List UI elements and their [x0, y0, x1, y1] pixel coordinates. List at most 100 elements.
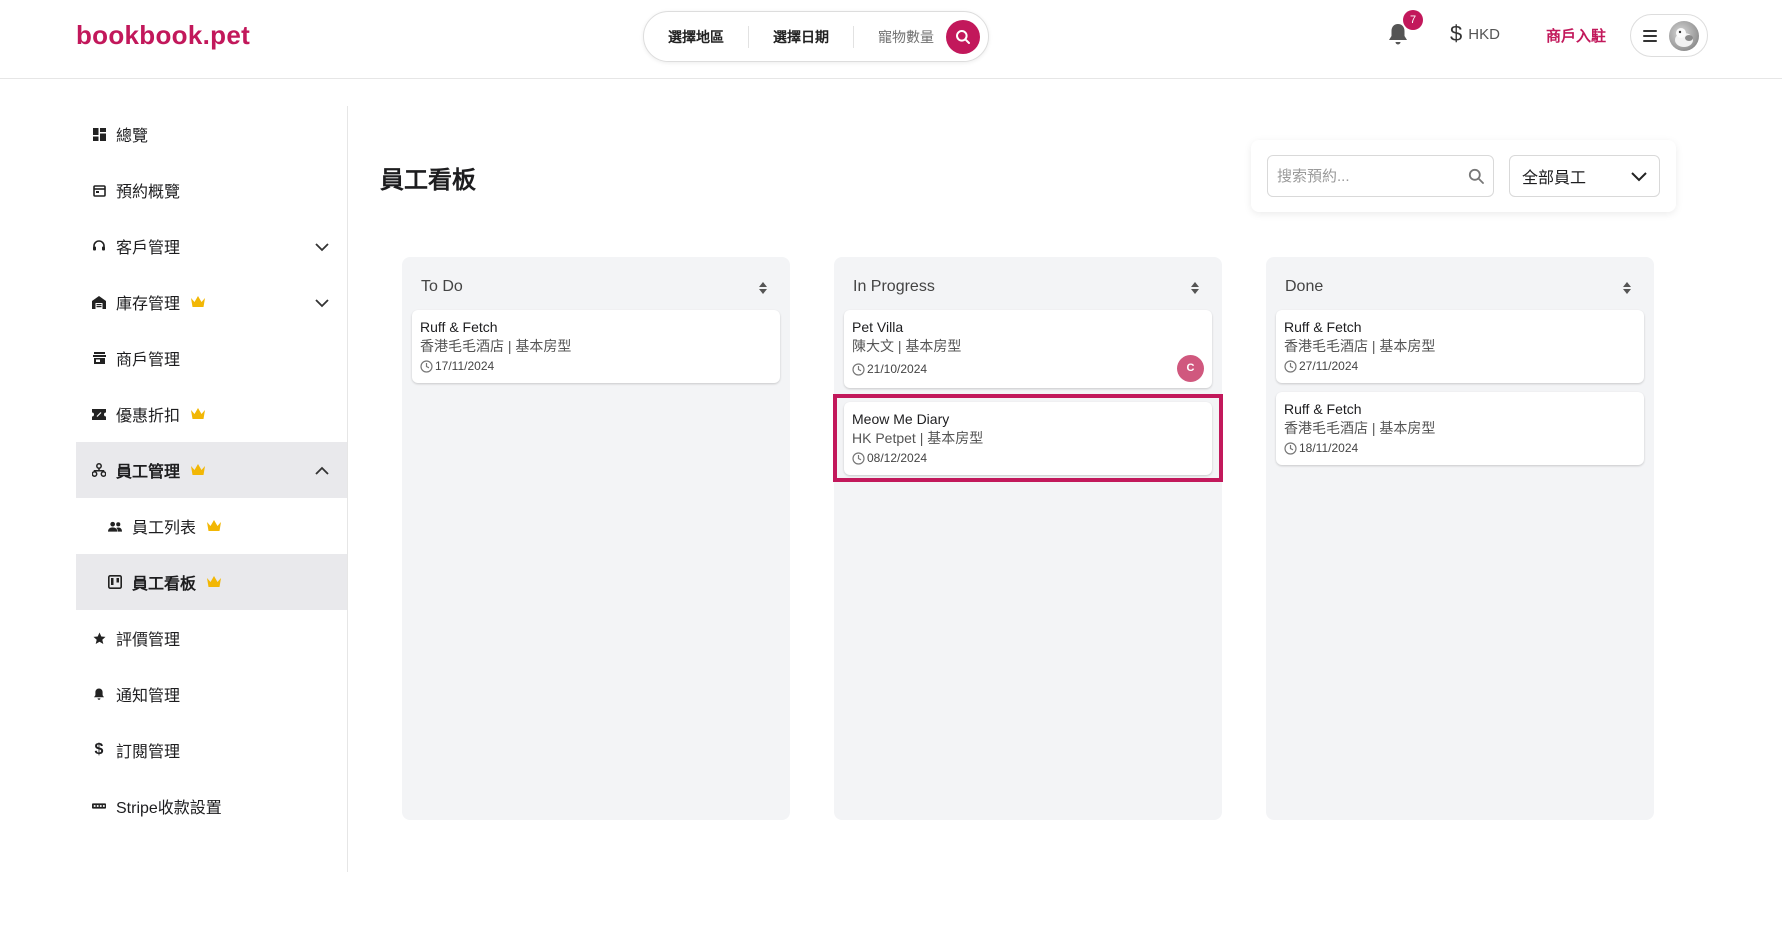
card-date-text: 08/12/2024: [867, 451, 928, 465]
card-date: 08/12/2024: [852, 451, 1204, 465]
column-title: In Progress: [853, 278, 935, 295]
chevron-down-icon[interactable]: [315, 240, 329, 254]
chevron-up-icon[interactable]: [315, 464, 329, 478]
card-date-text: 21/10/2024: [867, 362, 928, 376]
avatar: [1669, 20, 1699, 51]
currency-label: HKD: [1468, 25, 1500, 43]
card-details: HK Petpet | 基本房型: [852, 430, 984, 446]
sidebar-item-notifications[interactable]: 通知管理: [76, 666, 347, 722]
sidebar-item-label: 員工管理: [116, 464, 181, 481]
booking-card[interactable]: Pet Villa 陳大文 | 基本房型 21/10/2024 C: [844, 310, 1212, 388]
sidebar-item-label: 員工看板: [132, 576, 197, 593]
ticket-icon: [92, 407, 106, 421]
card-date: 18/11/2024: [1284, 441, 1636, 455]
notification-badge: 7: [1403, 10, 1423, 30]
currency-selector[interactable]: $ HKD: [1450, 23, 1500, 45]
sidebar-item-label: 預約概覽: [116, 184, 181, 201]
search-button[interactable]: [946, 20, 980, 54]
crown-icon: [191, 296, 206, 307]
warehouse-icon: [92, 295, 106, 309]
search-icon: [956, 30, 970, 44]
kanban-column-done: Done Ruff & Fetch 香港毛毛酒店 | 基本房型 27/11/20…: [1266, 257, 1654, 820]
menu-icon: [1643, 29, 1657, 42]
booking-card[interactable]: Ruff & Fetch 香港毛毛酒店 | 基本房型 18/11/2024: [1276, 392, 1644, 465]
sidebar-item-label: 員工列表: [132, 520, 197, 537]
sidebar-item-subscription[interactable]: $ 訂閱管理: [76, 722, 347, 778]
clock-icon: [852, 362, 865, 376]
sidebar-item-label: 訂閱管理: [116, 744, 181, 761]
card-details: 香港毛毛酒店 | 基本房型: [1284, 420, 1436, 436]
card-date-text: 18/11/2024: [1299, 441, 1359, 455]
sort-icon[interactable]: [1190, 281, 1200, 295]
booking-card[interactable]: Meow Me Diary HK Petpet | 基本房型 08/12/202…: [844, 402, 1212, 475]
sidebar-item-label: 通知管理: [116, 688, 181, 705]
column-title: Done: [1285, 278, 1324, 295]
sidebar: 總覽 預約概覽 客戶管理 庫存管理 商戶管理 優惠折扣 員工管理 員工列表 員工…: [76, 106, 348, 872]
crown-icon: [207, 576, 222, 587]
user-menu-button[interactable]: [1630, 14, 1708, 57]
kanban-column-todo: To Do Ruff & Fetch 香港毛毛酒店 | 基本房型 17/11/2…: [402, 257, 790, 820]
card-merchant: Ruff & Fetch: [1284, 319, 1362, 335]
sort-icon[interactable]: [758, 281, 768, 295]
staff-filter-select[interactable]: 全部員工: [1509, 155, 1660, 197]
sidebar-item-label: 總覽: [116, 128, 149, 145]
sidebar-item-booking-overview[interactable]: 預約概覽: [76, 162, 347, 218]
dollar-icon: $: [94, 741, 104, 758]
sidebar-item-staff-list[interactable]: 員工列表: [76, 498, 347, 554]
stripe-icon: [92, 799, 106, 813]
kanban-column-in-progress: In Progress Pet Villa 陳大文 | 基本房型 21/10/2…: [834, 257, 1222, 820]
search-input[interactable]: [1267, 155, 1494, 197]
column-title: To Do: [421, 278, 463, 295]
card-merchant: Ruff & Fetch: [1284, 401, 1362, 417]
store-icon: [92, 351, 106, 365]
sidebar-item-label: 客戶管理: [116, 240, 181, 257]
card-date-text: 17/11/2024: [435, 359, 495, 373]
sidebar-item-reviews[interactable]: 評價管理: [76, 610, 347, 666]
sidebar-item-stripe[interactable]: Stripe收款設置: [76, 778, 347, 834]
clock-icon: [852, 451, 865, 465]
page-title: 員工看板: [380, 167, 476, 194]
card-date: 21/10/2024: [852, 362, 1204, 376]
chevron-down-icon[interactable]: [315, 296, 329, 310]
sidebar-item-label: 庫存管理: [116, 296, 181, 313]
sidebar-item-customers[interactable]: 客戶管理: [76, 218, 347, 274]
date-selector[interactable]: 選擇日期: [749, 25, 854, 48]
pet-count-selector[interactable]: 寵物數量: [854, 26, 944, 48]
search-icon[interactable]: [1468, 168, 1484, 184]
card-date: 27/11/2024: [1284, 359, 1636, 373]
crown-icon: [207, 520, 222, 531]
sidebar-item-inventory[interactable]: 庫存管理: [76, 274, 347, 330]
region-selector[interactable]: 選擇地區: [644, 25, 749, 48]
sidebar-item-merchant[interactable]: 商戶管理: [76, 330, 347, 386]
dashboard-icon: [92, 127, 106, 141]
top-header: bookbook.pet 選擇地區 選擇日期 寵物數量 7 $ HKD 商戶入駐: [0, 0, 1782, 79]
chevron-down-icon: [1631, 172, 1647, 182]
search-bar[interactable]: 選擇地區 選擇日期 寵物數量: [643, 11, 989, 62]
staff-filter-value: 全部員工: [1522, 170, 1587, 187]
sidebar-item-discounts[interactable]: 優惠折扣: [76, 386, 347, 442]
card-details: 陳大文 | 基本房型: [852, 338, 962, 354]
calendar-icon: [92, 183, 106, 197]
card-merchant: Ruff & Fetch: [420, 319, 498, 335]
booking-card[interactable]: Ruff & Fetch 香港毛毛酒店 | 基本房型 27/11/2024: [1276, 310, 1644, 383]
clock-icon: [420, 359, 433, 373]
sidebar-item-overview[interactable]: 總覽: [76, 106, 347, 162]
card-details: 香港毛毛酒店 | 基本房型: [420, 338, 572, 354]
crown-icon: [191, 464, 206, 475]
assignee-avatar[interactable]: C: [1177, 355, 1204, 382]
org-chart-icon: [92, 463, 106, 477]
logo[interactable]: bookbook.pet: [76, 20, 250, 51]
people-icon: [108, 519, 122, 533]
star-icon: [92, 631, 106, 645]
sidebar-item-label: 優惠折扣: [116, 408, 181, 425]
headset-icon: [92, 239, 106, 253]
card-details: 香港毛毛酒店 | 基本房型: [1284, 338, 1436, 354]
sidebar-item-staff[interactable]: 員工管理: [76, 442, 347, 498]
merchant-signup-link[interactable]: 商戶入駐: [1546, 25, 1606, 46]
booking-card[interactable]: Ruff & Fetch 香港毛毛酒店 | 基本房型 17/11/2024: [412, 310, 780, 383]
sidebar-item-staff-kanban[interactable]: 員工看板: [76, 554, 347, 610]
bell-icon: [92, 687, 106, 701]
card-merchant: Pet Villa: [852, 319, 904, 335]
kanban-icon: [108, 575, 122, 589]
sort-icon[interactable]: [1622, 281, 1632, 295]
